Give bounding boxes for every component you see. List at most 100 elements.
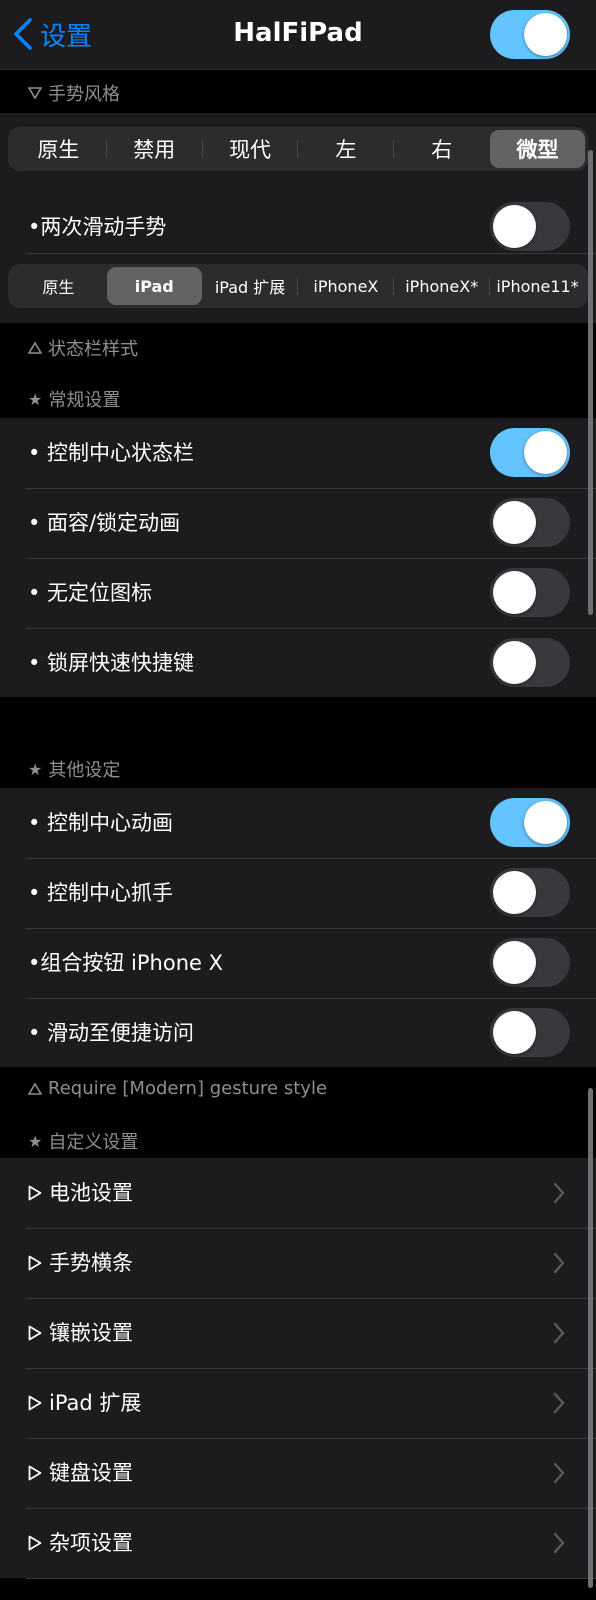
section-header-general: ★ 常规设置 xyxy=(28,386,120,412)
toggle-knob xyxy=(524,431,567,474)
device-style-segment-1[interactable]: iPad xyxy=(106,267,202,305)
row-label: 手势横条 xyxy=(49,1251,133,1275)
custom-row-3[interactable]: iPad 扩展 xyxy=(0,1368,596,1438)
navigation-bar: 设置 HalFiPad xyxy=(0,0,596,70)
settings-screen: 设置 HalFiPad 手势风格 原生 禁用 现代左右微型 •两次滑动手势 原生 iP… xyxy=(0,0,596,1600)
custom-row-0[interactable]: 电池设置 xyxy=(0,1158,596,1228)
toggle-knob xyxy=(524,801,567,844)
section-header-statusbar-style[interactable]: 状态栏样式 xyxy=(28,335,138,361)
row-label: •两次滑动手势 xyxy=(28,215,167,239)
triangle-right-icon xyxy=(28,1395,42,1411)
general-toggle-1[interactable] xyxy=(490,498,570,547)
triangle-down-icon xyxy=(28,87,42,99)
master-enable-toggle[interactable] xyxy=(490,10,570,59)
gesture-style-segment-2[interactable]: 现代 xyxy=(203,130,298,168)
row-label: • 滑动至便捷访问 xyxy=(28,1021,195,1045)
other-row-2[interactable]: •组合按钮 iPhone X xyxy=(0,928,596,998)
general-toggle-2[interactable] xyxy=(490,568,570,617)
chevron-right-icon xyxy=(553,1392,565,1414)
row-label: • 控制中心动画 xyxy=(28,811,174,835)
triangle-right-icon xyxy=(28,1465,42,1481)
other-row-3[interactable]: • 滑动至便捷访问 xyxy=(0,998,596,1068)
row-separator xyxy=(26,1578,596,1579)
other-row-1[interactable]: • 控制中心抓手 xyxy=(0,858,596,928)
device-style-segment-5[interactable]: iPhone11* xyxy=(490,267,585,305)
triangle-up-icon xyxy=(28,1082,42,1095)
general-row-3[interactable]: • 锁屏快速快捷键 xyxy=(0,628,596,698)
star-icon: ★ xyxy=(28,389,43,409)
toggle-knob xyxy=(493,501,536,544)
section-header-label: 手势风格 xyxy=(48,84,120,105)
chevron-right-icon xyxy=(553,1182,565,1204)
gesture-style-group: 原生 禁用 现代左右微型 •两次滑动手势 原生 iPad iPad 扩展 iPhoneX i… xyxy=(0,113,596,323)
general-toggle-3[interactable] xyxy=(490,638,570,687)
section-footer-requirement: Require [Modern] gesture style xyxy=(28,1078,327,1099)
other-toggle-0[interactable] xyxy=(490,798,570,847)
general-row-0[interactable]: • 控制中心状态栏 xyxy=(0,418,596,488)
toggle-knob xyxy=(493,1011,536,1054)
triangle-right-icon xyxy=(28,1255,42,1271)
toggle-knob xyxy=(493,205,536,248)
device-style-segment-4[interactable]: iPhoneX* xyxy=(394,267,489,305)
triangle-up-icon xyxy=(28,342,42,354)
section-header-label: 状态栏样式 xyxy=(48,339,138,360)
section-header-label: 自定义设置 xyxy=(48,1132,139,1153)
custom-row-2[interactable]: 镶嵌设置 xyxy=(0,1298,596,1368)
toggle-knob xyxy=(493,871,536,914)
toggle-knob xyxy=(493,641,536,684)
device-style-segment-0[interactable]: 原生 xyxy=(11,267,106,305)
scrollbar-indicator-lower[interactable] xyxy=(588,1088,593,1588)
row-label: • 锁屏快速快捷键 xyxy=(28,651,195,675)
general-row-1[interactable]: • 面容/锁定动画 xyxy=(0,488,596,558)
row-label: 杂项设置 xyxy=(49,1531,133,1555)
twice-swipe-toggle[interactable] xyxy=(490,202,570,251)
gesture-style-segment-4[interactable]: 右 xyxy=(394,130,489,168)
chevron-right-icon xyxy=(553,1252,565,1274)
other-settings-group: • 控制中心动画 • 控制中心抓手 •组合按钮 iPhone X • 滑动至便捷访问 xyxy=(0,788,596,1067)
other-row-0[interactable]: • 控制中心动画 xyxy=(0,788,596,858)
general-settings-group: • 控制中心状态栏 • 面容/锁定动画 • 无定位图标 • 锁屏快速快捷键 xyxy=(0,418,596,697)
other-toggle-2[interactable] xyxy=(490,938,570,987)
device-style-segmented-control: 原生 iPad iPad 扩展 iPhoneX iPhoneX* iPhone11* xyxy=(8,264,588,308)
row-label: • 控制中心状态栏 xyxy=(28,441,195,465)
custom-settings-group: 电池设置手势横条镶嵌设置 iPad 扩展 键盘设置杂项设置 xyxy=(0,1158,596,1579)
gesture-style-segmented-control: 原生 禁用 现代左右微型 xyxy=(8,127,588,171)
other-toggle-1[interactable] xyxy=(490,868,570,917)
section-header-label: 其他设定 xyxy=(48,760,121,781)
chevron-right-icon xyxy=(553,1322,565,1344)
device-style-segment-2[interactable]: iPad 扩展 xyxy=(203,267,298,305)
toggle-knob xyxy=(524,13,567,56)
section-header-other: ★ 其他设定 xyxy=(28,756,120,782)
row-label: iPad 扩展 xyxy=(49,1391,142,1415)
row-label: •组合按钮 iPhone X xyxy=(28,951,224,975)
row-label: • 面容/锁定动画 xyxy=(28,511,181,535)
triangle-right-icon xyxy=(28,1185,42,1201)
footer-note: Require [Modern] gesture style xyxy=(48,1078,328,1099)
row-label: 镶嵌设置 xyxy=(49,1321,133,1345)
scrollbar-indicator[interactable] xyxy=(588,150,593,615)
general-row-2[interactable]: • 无定位图标 xyxy=(0,558,596,628)
section-header-label: 常规设置 xyxy=(48,390,121,411)
section-header-custom: ★ 自定义设置 xyxy=(28,1128,138,1154)
gesture-style-segment-0[interactable]: 原生 xyxy=(11,130,106,168)
row-separator xyxy=(26,253,596,254)
gesture-style-segment-5[interactable]: 微型 xyxy=(490,130,585,168)
section-header-gesture-style[interactable]: 手势风格 xyxy=(28,80,120,106)
toggle-knob xyxy=(493,571,536,614)
chevron-right-icon xyxy=(553,1532,565,1554)
gesture-style-segment-1[interactable]: 禁用 xyxy=(107,130,202,168)
device-style-segment-3[interactable]: iPhoneX xyxy=(298,267,393,305)
row-label: • 控制中心抓手 xyxy=(28,881,174,905)
custom-row-1[interactable]: 手势横条 xyxy=(0,1228,596,1298)
row-twice-swipe[interactable]: •两次滑动手势 xyxy=(0,192,596,262)
chevron-right-icon xyxy=(553,1462,565,1484)
row-label: 电池设置 xyxy=(49,1181,133,1205)
toggle-knob xyxy=(493,941,536,984)
custom-row-4[interactable]: 键盘设置 xyxy=(0,1438,596,1508)
star-icon: ★ xyxy=(28,1131,43,1151)
general-toggle-0[interactable] xyxy=(490,428,570,477)
gesture-style-segment-3[interactable]: 左 xyxy=(298,130,393,168)
other-toggle-3[interactable] xyxy=(490,1008,570,1057)
row-label: 键盘设置 xyxy=(49,1461,133,1485)
custom-row-5[interactable]: 杂项设置 xyxy=(0,1508,596,1578)
